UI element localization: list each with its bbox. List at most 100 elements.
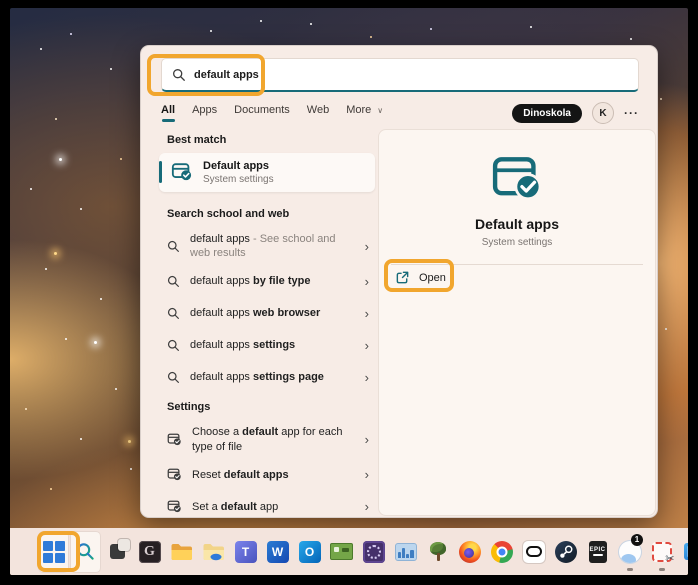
purple-ring-app-button[interactable] <box>359 532 388 572</box>
teams-icon: T <box>234 540 257 563</box>
circuit-board-icon <box>330 543 353 560</box>
onedrive-folder-button[interactable] <box>199 532 228 572</box>
folder-cloud-icon <box>203 543 224 560</box>
chevron-down-icon: ∨ <box>377 105 384 115</box>
chevron-right-icon: › <box>364 238 369 254</box>
best-match-item[interactable]: Default apps System settings <box>159 153 375 192</box>
tab-web[interactable]: Web <box>307 104 329 116</box>
desktop-wallpaper: default apps All Apps Documents Web More… <box>10 8 688 575</box>
chevron-right-icon: › <box>364 432 369 448</box>
windows-logo-icon <box>42 540 65 563</box>
chart-app-button[interactable] <box>391 532 420 572</box>
taskbar: G T W O EPIC 1 ✂ <box>10 528 688 575</box>
suggestion-see-web-results[interactable]: default apps - See school and web result… <box>159 227 375 266</box>
suggestion-web-browser[interactable]: default apps web browser › <box>159 297 375 329</box>
chevron-right-icon: › <box>364 305 369 321</box>
chevron-right-icon: › <box>364 499 369 515</box>
divider <box>391 264 643 265</box>
selection-accent-bar <box>159 161 162 184</box>
avatar[interactable]: K <box>592 102 614 124</box>
oculus-button[interactable] <box>519 532 548 572</box>
default-apps-icon <box>167 499 182 514</box>
setting-reset-default-apps[interactable]: Reset default apps › <box>159 459 375 491</box>
reader-app-icon <box>684 543 688 560</box>
epic-games-icon: EPIC <box>588 540 607 563</box>
web-section-heading: Search school and web <box>167 207 290 220</box>
circuit-app-button[interactable] <box>327 532 356 572</box>
chrome-button[interactable] <box>487 532 516 572</box>
g-app-button[interactable]: G <box>135 532 164 572</box>
suggestion-settings-page[interactable]: default apps settings page › <box>159 361 375 393</box>
preview-title: Default apps <box>474 216 559 232</box>
default-apps-icon <box>167 432 182 447</box>
best-match-title: Default apps <box>203 160 270 172</box>
word-button[interactable]: W <box>263 532 292 572</box>
purple-ring-icon <box>362 540 385 563</box>
word-icon: W <box>266 540 289 563</box>
search-icon <box>167 307 180 320</box>
firefox-button[interactable] <box>455 532 484 572</box>
search-icon <box>77 543 94 560</box>
search-filter-tabs: All Apps Documents Web More ∨ Dinoskola K… <box>161 102 639 128</box>
tree-app-button[interactable] <box>423 532 452 572</box>
open-button-label: Open <box>419 271 446 284</box>
chevron-right-icon: › <box>364 273 369 289</box>
search-input[interactable]: default apps <box>161 58 639 92</box>
tab-more[interactable]: More ∨ <box>346 104 383 116</box>
running-indicator <box>658 567 665 571</box>
default-apps-icon <box>171 161 193 183</box>
monitor-chart-icon <box>394 542 417 561</box>
setting-set-default-app[interactable]: Set a default app › <box>159 491 375 523</box>
search-icon <box>167 339 180 352</box>
tab-documents[interactable]: Documents <box>234 104 290 116</box>
open-button[interactable]: Open <box>395 270 446 285</box>
chevron-right-icon: › <box>364 337 369 353</box>
tree-icon <box>428 541 448 563</box>
preview-card: Default apps System settings Open <box>378 129 656 516</box>
best-match-heading: Best match <box>167 134 227 146</box>
search-query-text: default apps <box>194 68 259 81</box>
steam-icon <box>554 540 577 563</box>
tab-all[interactable]: All <box>161 104 175 122</box>
steam-button[interactable] <box>551 532 580 572</box>
setting-choose-default-app[interactable]: Choose a default app for each type of fi… <box>159 420 375 459</box>
oculus-icon <box>522 540 545 563</box>
file-explorer-button[interactable] <box>167 532 196 572</box>
default-apps-large-icon <box>379 156 655 202</box>
epic-games-button[interactable]: EPIC <box>583 532 612 572</box>
task-view-icon <box>110 539 130 559</box>
running-indicator <box>626 567 633 571</box>
taskbar-search-button[interactable] <box>71 531 100 572</box>
settings-section-heading: Settings <box>167 401 211 414</box>
results-column: Best match Default apps System settings … <box>159 134 375 523</box>
search-flyout-panel: default apps All Apps Documents Web More… <box>140 45 658 518</box>
preview-subtitle: System settings <box>481 237 553 248</box>
teams-button[interactable]: T <box>231 532 260 572</box>
best-match-subtitle: System settings <box>203 173 274 185</box>
search-icon <box>167 240 180 253</box>
tab-apps[interactable]: Apps <box>192 104 217 116</box>
task-view-button[interactable] <box>103 532 132 572</box>
snipping-tool-icon: ✂ <box>651 541 675 565</box>
folder-icon <box>170 542 194 562</box>
reader-app-button[interactable]: 1 <box>679 532 688 572</box>
suggestion-by-file-type[interactable]: default apps by file type › <box>159 265 375 297</box>
notification-badge: 1 <box>631 533 643 546</box>
chrome-icon <box>490 540 513 563</box>
default-apps-icon <box>167 467 182 482</box>
chevron-right-icon: › <box>364 369 369 385</box>
firefox-icon <box>458 540 481 563</box>
suggestion-settings[interactable]: default apps settings › <box>159 329 375 361</box>
search-icon <box>167 371 180 384</box>
outlook-icon: O <box>298 540 321 563</box>
snipping-tool-button[interactable]: ✂ <box>647 532 676 572</box>
start-button[interactable] <box>39 531 68 572</box>
search-icon <box>172 68 186 82</box>
more-options-icon[interactable]: ··· <box>624 106 639 120</box>
org-badge[interactable]: Dinoskola <box>512 103 582 123</box>
open-external-icon <box>395 270 410 285</box>
chevron-right-icon: › <box>364 467 369 483</box>
chat-app-button[interactable]: 1 <box>615 532 644 572</box>
search-icon <box>167 275 180 288</box>
outlook-button[interactable]: O <box>295 532 324 572</box>
